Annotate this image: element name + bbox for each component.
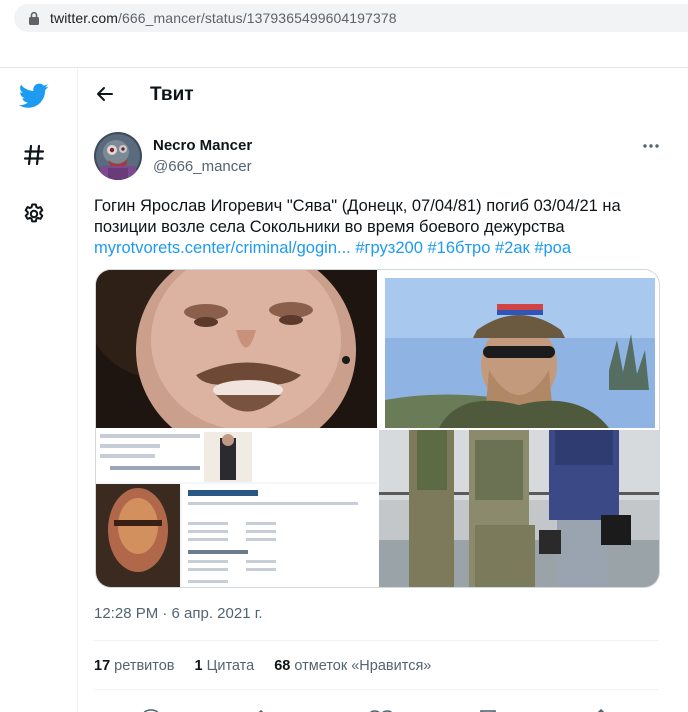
twitter-logo-button[interactable]: [14, 76, 54, 116]
twitter-bird-icon: [19, 83, 49, 108]
divider: [94, 689, 659, 690]
back-button[interactable]: [87, 76, 123, 112]
retweets-stat[interactable]: 17 ретвитов: [94, 658, 175, 674]
hashtag-link[interactable]: #груз200: [355, 239, 423, 257]
likes-stat[interactable]: 68 отметок «Нравится»: [274, 658, 431, 674]
explore-button[interactable]: [14, 135, 54, 175]
retweets-label: ретвитов: [114, 658, 175, 674]
media-grid: [95, 269, 660, 588]
url-host: twitter.com: [50, 10, 119, 26]
media-photo-4[interactable]: [379, 430, 659, 587]
tweet-detail-column: Твит Necro Mancer @666_mancer Гогин Ярос…: [79, 68, 688, 712]
author-handle[interactable]: @666_mancer: [153, 158, 252, 175]
browser-toolbar: twitter.com/666_mancer/status/1379365499…: [0, 0, 688, 68]
quotes-count: 1: [194, 658, 203, 674]
likes-count: 68: [274, 658, 291, 674]
address-bar[interactable]: twitter.com/666_mancer/status/1379365499…: [14, 4, 688, 32]
arrow-left-icon: [97, 87, 113, 101]
quotes-label: Цитата: [206, 658, 255, 674]
author-name[interactable]: Necro Mancer: [153, 137, 252, 154]
avatar[interactable]: [94, 132, 142, 180]
gear-icon: [24, 203, 44, 223]
likes-label: отметок «Нравится»: [294, 658, 432, 674]
avatar-image: [94, 132, 142, 180]
tweet-actions-bar: [79, 704, 688, 712]
tweet-timestamp[interactable]: 12:28 PM · 6 апр. 2021 г.: [94, 605, 263, 622]
engagement-stats: 17 ретвитов 1 Цитата 68 отметок «Нравитс…: [94, 658, 451, 674]
lock-icon: [29, 11, 39, 25]
url-text: twitter.com/666_mancer/status/1379365499…: [50, 10, 397, 26]
media-photo-3[interactable]: [96, 430, 377, 587]
settings-button[interactable]: [14, 194, 54, 234]
more-dots-icon: [643, 144, 659, 148]
media-photo-2[interactable]: [379, 270, 659, 428]
media-photo-1[interactable]: [96, 270, 377, 428]
quotes-stat[interactable]: 1 Цитата: [195, 658, 255, 674]
external-link[interactable]: myrotvorets.center/criminal/gogin...: [94, 239, 351, 257]
tweet-text: Гогин Ярослав Игоревич "Сява" (Донецк, 0…: [94, 196, 674, 259]
left-navigation: [0, 68, 78, 712]
retweets-count: 17: [94, 658, 111, 674]
hashtag-icon: [23, 144, 45, 166]
divider: [94, 640, 659, 641]
page-title: Твит: [150, 84, 194, 105]
hashtag-link[interactable]: #роа: [534, 239, 571, 257]
url-path: /666_mancer/status/1379365499604197378: [118, 10, 397, 26]
hashtag-link[interactable]: #2ак: [495, 239, 530, 257]
more-options-button[interactable]: [635, 136, 667, 156]
tweet-text-body: Гогин Ярослав Игоревич "Сява" (Донецк, 0…: [94, 197, 621, 236]
page-header: Твит: [79, 68, 688, 124]
hashtag-link[interactable]: #16бтро: [427, 239, 490, 257]
